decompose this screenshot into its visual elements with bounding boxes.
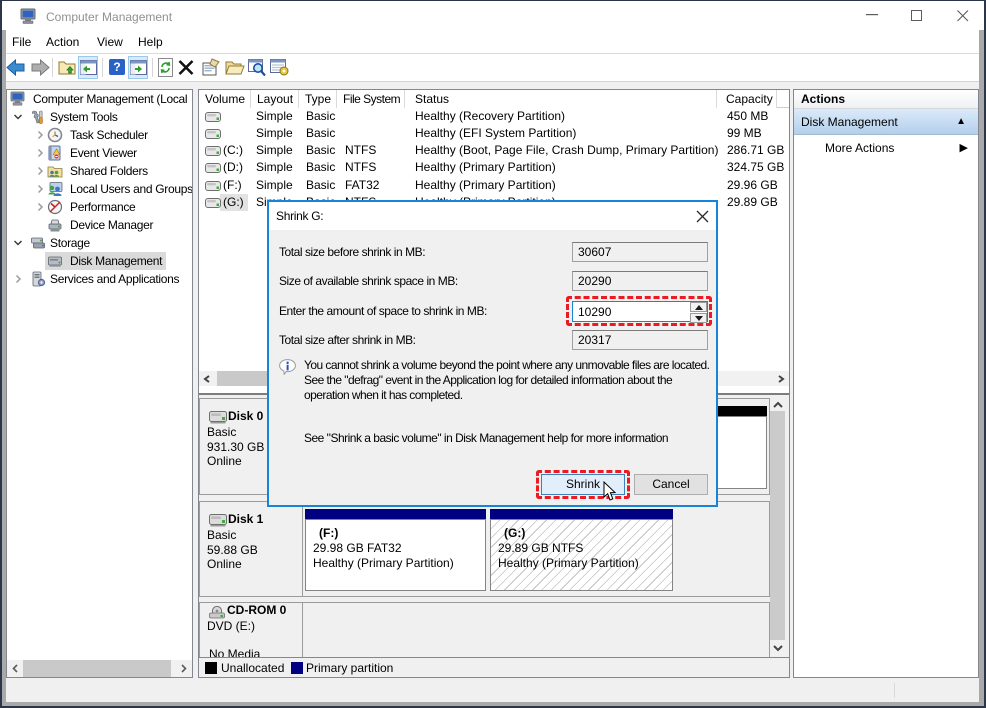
svg-text:?: ? xyxy=(113,60,120,74)
